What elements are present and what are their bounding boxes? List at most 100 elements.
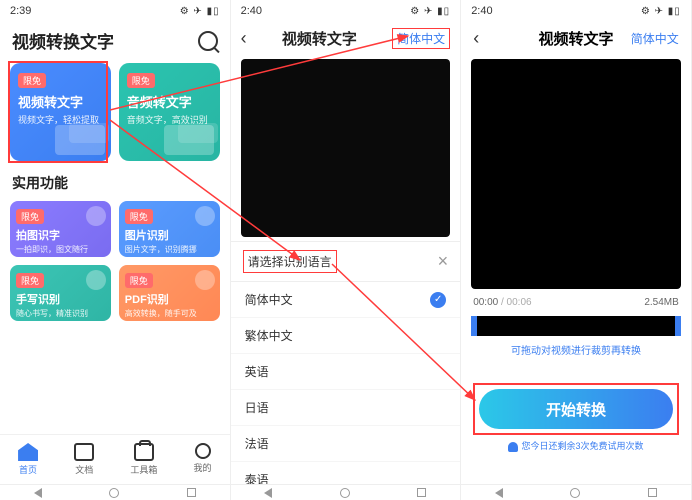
lang-option-zh-cn[interactable]: 简体中文 ✓ — [231, 282, 461, 318]
util-row-2: 限免 手写识别 随心书写，精准识别 限免 PDF识别 高效转换，随手可及 — [0, 261, 230, 325]
system-nav — [461, 484, 691, 500]
status-time: 2:39 — [10, 5, 31, 17]
feature-cards: 限免 视频转文字 视频文字，轻松提取 限免 音频转文字 音频文字，高效识别 — [0, 59, 230, 165]
section-title: 实用功能 — [0, 165, 230, 197]
status-time: 2:40 — [241, 5, 262, 17]
lang-option-ja[interactable]: 日语 — [231, 390, 461, 426]
card-sub: 一拍即识，图文随行 — [16, 244, 105, 255]
nav-home-icon[interactable] — [340, 488, 350, 498]
tab-tool[interactable]: 工具箱 — [130, 443, 157, 476]
decor-icon — [55, 125, 105, 155]
tab-label: 首页 — [19, 463, 37, 476]
lang-label: 繁体中文 — [245, 327, 293, 344]
toolbox-icon — [134, 443, 154, 461]
decor-icon — [164, 125, 214, 155]
language-link[interactable]: 简体中文 — [631, 30, 679, 47]
header: 视频转换文字 — [0, 22, 230, 59]
time-current: 00:00 — [473, 297, 498, 308]
status-bar: 2:39 ⚙ ✈ ▮▯ — [0, 0, 230, 22]
lang-option-en[interactable]: 英语 — [231, 354, 461, 390]
card-title: 视频转文字 — [18, 92, 103, 111]
doc-icon — [74, 443, 94, 461]
tab-home[interactable]: 首页 — [18, 443, 38, 476]
card-video-to-text[interactable]: 限免 视频转文字 视频文字，轻松提取 — [10, 63, 111, 161]
language-link[interactable]: 简体中文 — [392, 28, 450, 49]
bell-icon — [508, 442, 518, 452]
time-total: / 00:06 — [501, 297, 532, 308]
screen-3: 2:40 ⚙ ✈ ▮▯ ‹ 视频转文字 简体中文 00:00 / 00:06 2… — [461, 0, 692, 500]
tab-bar: 首页 文档 工具箱 我的 — [0, 434, 230, 484]
check-icon: ✓ — [430, 292, 446, 308]
card-title: 图片识别 — [125, 227, 214, 243]
free-badge: 限免 — [16, 209, 44, 224]
status-icons: ⚙ ✈ ▮▯ — [410, 6, 450, 17]
page-title: 视频转文字 — [282, 28, 357, 49]
screen-2: 2:40 ⚙ ✈ ▮▯ ‹ 视频转文字 简体中文 请选择识别语言 × 简体中文 … — [231, 0, 462, 500]
sheet-header: 请选择识别语言 × — [231, 242, 461, 282]
card-audio-to-text[interactable]: 限免 音频转文字 音频文字，高效识别 — [119, 63, 220, 161]
card-pdf-ocr[interactable]: 限免 PDF识别 高效转换，随手可及 — [119, 265, 220, 321]
card-sub: 高效转换，随手可及 — [125, 308, 214, 319]
tab-label: 工具箱 — [130, 463, 157, 476]
header: ‹ 视频转文字 简体中文 — [461, 22, 691, 55]
close-icon[interactable]: × — [438, 251, 449, 272]
lang-label: 简体中文 — [245, 291, 293, 308]
nav-back-icon[interactable] — [264, 488, 272, 498]
trim-slider[interactable] — [471, 316, 681, 336]
start-convert-button[interactable]: 开始转换 — [479, 389, 673, 429]
back-icon[interactable]: ‹ — [241, 28, 247, 49]
lang-label: 英语 — [245, 363, 269, 380]
tab-doc[interactable]: 文档 — [74, 443, 94, 476]
nav-recent-icon[interactable] — [187, 488, 196, 497]
video-preview[interactable] — [241, 59, 451, 237]
hint-text: 可拖动对视频进行裁剪再转换 — [461, 342, 691, 357]
system-nav — [0, 484, 230, 500]
language-sheet: 请选择识别语言 × 简体中文 ✓ 繁体中文 英语 日语 法语 泰语 — [231, 241, 461, 498]
lang-label: 法语 — [245, 435, 269, 452]
lang-option-fr[interactable]: 法语 — [231, 426, 461, 462]
page-title: 视频转换文字 — [12, 28, 114, 53]
status-icons: ⚙ ✈ ▮▯ — [641, 6, 681, 17]
card-sub: 随心书写，精准识别 — [16, 308, 105, 319]
free-badge: 限免 — [16, 273, 44, 288]
sheet-title: 请选择识别语言 — [243, 250, 337, 273]
page-title: 视频转文字 — [538, 28, 613, 49]
home-icon — [18, 443, 38, 461]
free-badge: 限免 — [125, 209, 153, 224]
util-row-1: 限免 拍图识字 一拍即识，图文随行 限免 图片识别 图片文字，识别腾挪 — [0, 197, 230, 261]
nav-home-icon[interactable] — [570, 488, 580, 498]
free-badge: 限免 — [127, 73, 155, 88]
search-icon[interactable] — [198, 31, 218, 51]
card-title: 手写识别 — [16, 291, 105, 307]
card-title: 音频转文字 — [127, 92, 212, 111]
lang-label: 日语 — [245, 399, 269, 416]
card-photo-ocr[interactable]: 限免 拍图识字 一拍即识，图文随行 — [10, 201, 111, 257]
tab-label: 文档 — [75, 463, 93, 476]
screen-1: 2:39 ⚙ ✈ ▮▯ 视频转换文字 限免 视频转文字 视频文字，轻松提取 限免… — [0, 0, 231, 500]
status-bar: 2:40 ⚙ ✈ ▮▯ — [461, 0, 691, 22]
nav-back-icon[interactable] — [34, 488, 42, 498]
nav-back-icon[interactable] — [495, 488, 503, 498]
time-display: 00:00 / 00:06 — [473, 297, 531, 308]
image-icon — [195, 206, 215, 226]
tab-mine[interactable]: 我的 — [194, 443, 212, 476]
card-title: 拍图识字 — [16, 227, 105, 243]
video-preview[interactable] — [471, 59, 681, 289]
back-icon[interactable]: ‹ — [473, 28, 479, 49]
card-title: PDF识别 — [125, 291, 214, 307]
file-size: 2.54MB — [644, 297, 678, 308]
nav-home-icon[interactable] — [109, 488, 119, 498]
card-handwriting[interactable]: 限免 手写识别 随心书写，精准识别 — [10, 265, 111, 321]
header: ‹ 视频转文字 简体中文 — [231, 22, 461, 55]
annotation-highlight: 开始转换 — [473, 383, 679, 435]
card-sub: 图片文字，识别腾挪 — [125, 244, 214, 255]
status-icons: ⚙ ✈ ▮▯ — [180, 6, 220, 17]
system-nav — [231, 484, 461, 500]
card-image-ocr[interactable]: 限免 图片识别 图片文字，识别腾挪 — [119, 201, 220, 257]
nav-recent-icon[interactable] — [417, 488, 426, 497]
time-row: 00:00 / 00:06 2.54MB — [461, 293, 691, 312]
nav-recent-icon[interactable] — [648, 488, 657, 497]
user-icon — [195, 443, 211, 459]
camera-icon — [86, 206, 106, 226]
lang-option-zh-tw[interactable]: 繁体中文 — [231, 318, 461, 354]
